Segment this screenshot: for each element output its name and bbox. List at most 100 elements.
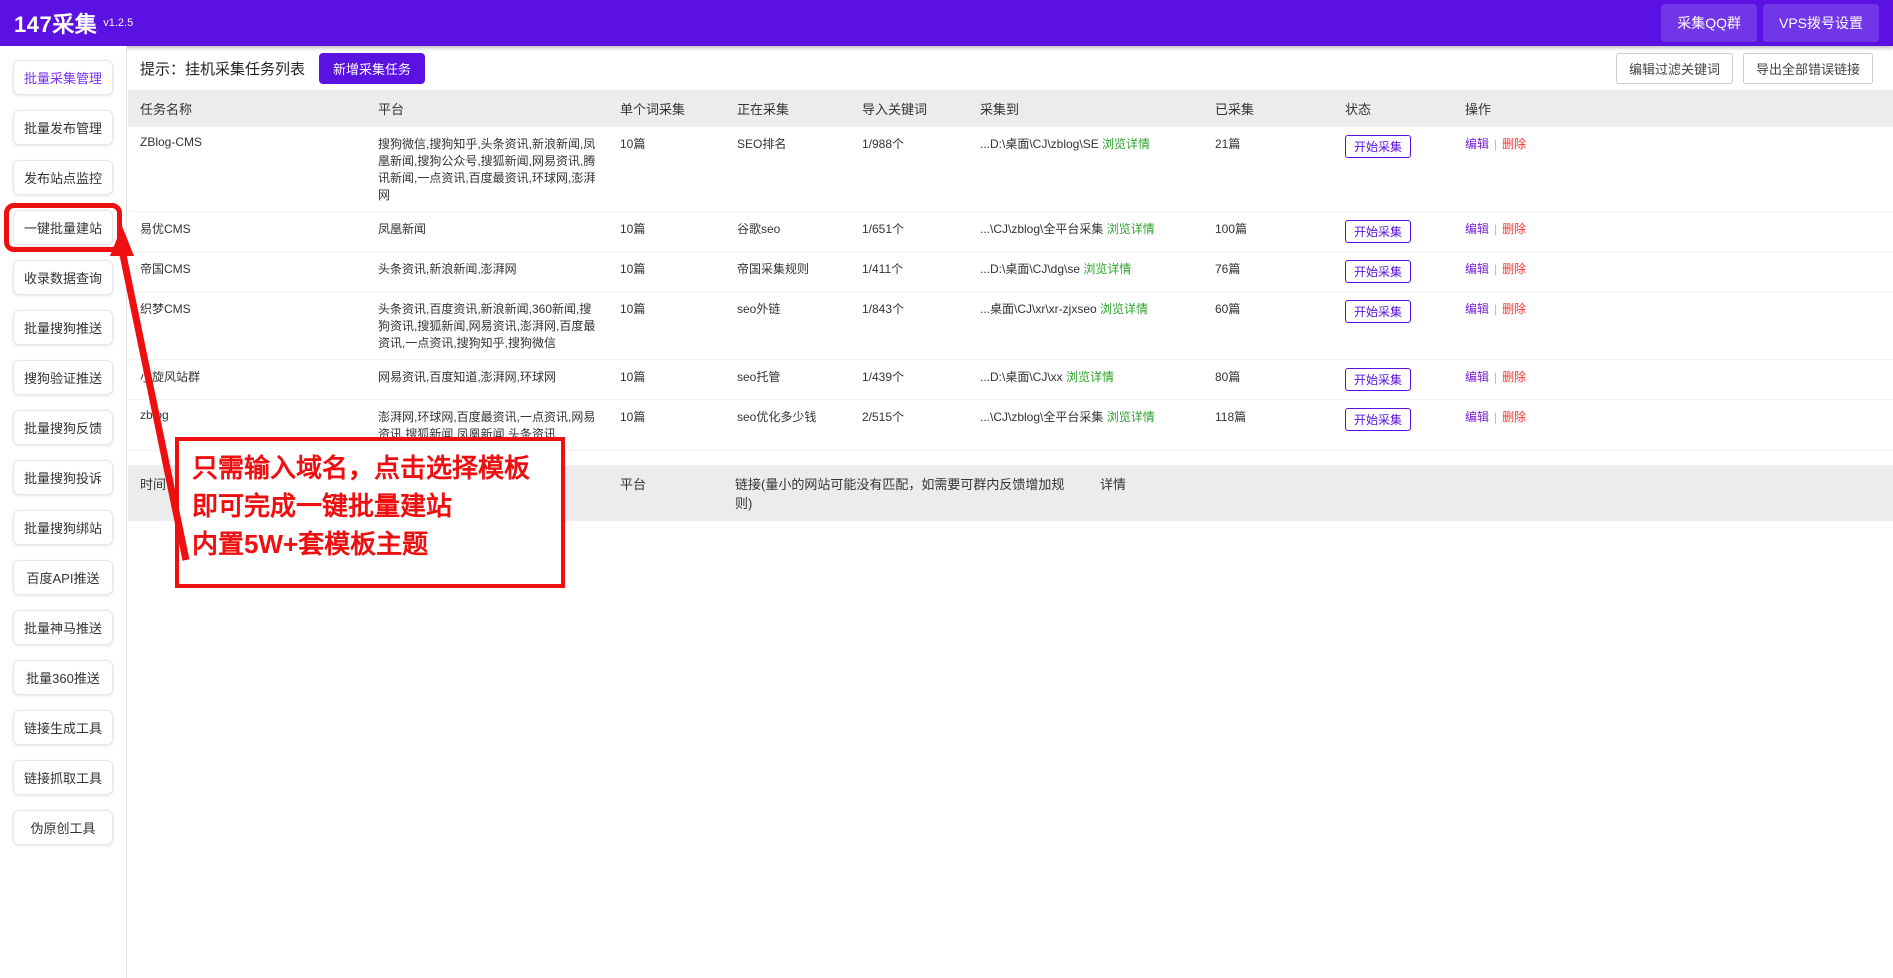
sidebar-item-batch-publish[interactable]: 批量发布管理 [13, 110, 113, 145]
start-collect-button[interactable]: 开始采集 [1345, 300, 1411, 323]
sidebar-item-sogou-push[interactable]: 批量搜狗推送 [13, 310, 113, 345]
edit-link[interactable]: 编辑 [1465, 222, 1489, 236]
collecting-keyword: seo优化多少钱 [725, 400, 850, 451]
qq-group-button[interactable]: 采集QQ群 [1661, 4, 1757, 42]
actions-cell: 编辑|删除 [1453, 292, 1893, 360]
collect-task-table: 任务名称 平台 单个词采集 正在采集 导入关键词 采集到 已采集 状态 操作 Z… [128, 90, 1893, 451]
actions-cell: 编辑 | 删除 [1453, 400, 1893, 451]
table-row: 易优CMS 凤凰新闻 10篇 谷歌seo 1/651个 ...\CJ\zblog… [128, 212, 1893, 252]
status-cell: 开始采集 [1333, 212, 1453, 252]
export-error-links-button[interactable]: 导出全部错误链接 [1743, 53, 1873, 84]
action-separator: | [1494, 370, 1497, 384]
status-cell: 开始采集 [1333, 127, 1453, 212]
col-per-word: 单个词采集 [608, 90, 725, 127]
col-collected: 已采集 [1203, 90, 1333, 127]
start-collect-button[interactable]: 开始采集 [1345, 408, 1411, 431]
per-word-count: 10篇 [608, 127, 725, 212]
save-path: ...D:\桌面\CJ\dg\se [980, 262, 1080, 276]
col-platform: 平台 [366, 90, 608, 127]
annotation-line: 内置5W+套模板主题 [192, 525, 561, 563]
collecting-keyword: seo外链 [725, 292, 850, 360]
sidebar-item-index-data-query[interactable]: 收录数据查询 [13, 260, 113, 295]
task-name: 帝国CMS [128, 252, 366, 292]
top-header-bar: 147采集 v1.2.5 采集QQ群 VPS拨号设置 [0, 0, 1893, 46]
col-link-note: 链接(量小的网站可能没有匹配，如需要可群内反馈增加规则) [723, 465, 1088, 521]
browse-detail-link[interactable]: 浏览详情 [1100, 302, 1148, 316]
actions-cell: 编辑|删除 [1453, 252, 1893, 292]
toolbar: 提示：挂机采集任务列表 新增采集任务 编辑过滤关键词 导出全部错误链接 [128, 46, 1893, 90]
app-window: 147采集 v1.2.5 采集QQ群 VPS拨号设置 批量采集管理 批量发布管理… [0, 0, 1893, 978]
brand-logo: 147采集 [14, 7, 97, 39]
actions-cell: 编辑|删除 [1453, 212, 1893, 252]
task-name: ZBlog-CMS [128, 127, 366, 212]
task-list-tip: 提示：挂机采集任务列表 [140, 58, 305, 79]
imported-keywords: 1/651个 [850, 212, 968, 252]
start-collect-button[interactable]: 开始采集 [1345, 135, 1411, 158]
save-path-cell: ...\CJ\zblog\全平台采集 浏览详情 [968, 400, 1203, 451]
vps-dial-settings-button[interactable]: VPS拨号设置 [1763, 4, 1879, 42]
app-version: v1.2.5 [103, 17, 133, 29]
col-status: 状态 [1333, 90, 1453, 127]
delete-link[interactable]: 删除 [1502, 302, 1526, 316]
sidebar-item-batch-collect[interactable]: 批量采集管理 [13, 60, 113, 95]
col-platform: 平台 [608, 465, 723, 521]
imported-keywords: 2/515个 [850, 400, 968, 451]
collected-count: 118篇 [1203, 400, 1333, 451]
save-path-cell: ...桌面\CJ\xr\xr-zjxseo 浏览详情 [968, 292, 1203, 360]
task-name: 织梦CMS [128, 292, 366, 360]
sidebar-item-link-generate-tool[interactable]: 链接生成工具 [13, 710, 113, 745]
delete-link[interactable]: 删除 [1502, 137, 1526, 151]
delete-link[interactable]: 删除 [1502, 262, 1526, 276]
sidebar-item-sogou-verify-push[interactable]: 搜狗验证推送 [13, 360, 113, 395]
status-cell: 开始采集 [1333, 360, 1453, 400]
table-row: 帝国CMS 头条资讯,新浪新闻,澎湃网 10篇 帝国采集规则 1/411个 ..… [128, 252, 1893, 292]
save-path-cell: ...D:\桌面\CJ\dg\se 浏览详情 [968, 252, 1203, 292]
action-separator: | [1494, 410, 1497, 424]
annotation-callout-box: 只需输入域名，点击选择模板 即可完成一键批量建站 内置5W+套模板主题 [175, 437, 565, 588]
sidebar-item-360-push[interactable]: 批量360推送 [13, 660, 113, 695]
task-table-header-row: 任务名称 平台 单个词采集 正在采集 导入关键词 采集到 已采集 状态 操作 [128, 90, 1893, 127]
edit-link[interactable]: 编辑 [1465, 262, 1489, 276]
start-collect-button[interactable]: 开始采集 [1345, 260, 1411, 283]
delete-link[interactable]: 删除 [1502, 370, 1526, 384]
edit-filter-keywords-button[interactable]: 编辑过滤关键词 [1616, 53, 1733, 84]
browse-detail-link[interactable]: 浏览详情 [1102, 137, 1150, 151]
sidebar-item-site-monitor[interactable]: 发布站点监控 [13, 160, 113, 195]
sidebar-item-sogou-bind-site[interactable]: 批量搜狗绑站 [13, 510, 113, 545]
edit-link[interactable]: 编辑 [1465, 370, 1489, 384]
imported-keywords: 1/843个 [850, 292, 968, 360]
save-path: ...D:\桌面\CJ\xx [980, 370, 1063, 384]
sidebar-item-pseudo-original-tool[interactable]: 伪原创工具 [13, 810, 113, 845]
task-platforms: 头条资讯,新浪新闻,澎湃网 [366, 252, 608, 292]
edit-link[interactable]: 编辑 [1465, 302, 1489, 316]
edit-link[interactable]: 编辑 [1465, 410, 1489, 424]
collected-count: 60篇 [1203, 292, 1333, 360]
status-cell: 开始采集 [1333, 400, 1453, 451]
status-cell: 开始采集 [1333, 292, 1453, 360]
sidebar-item-sogou-feedback[interactable]: 批量搜狗反馈 [13, 410, 113, 445]
delete-link[interactable]: 删除 [1502, 222, 1526, 236]
save-path-cell: ...D:\桌面\CJ\xx 浏览详情 [968, 360, 1203, 400]
save-path: ...桌面\CJ\xr\xr-zjxseo [980, 302, 1097, 316]
edit-link[interactable]: 编辑 [1465, 137, 1489, 151]
table-row: ZBlog-CMS 搜狗微信,搜狗知乎,头条资讯,新浪新闻,凤凰新闻,搜狗公众号… [128, 127, 1893, 212]
add-collect-task-button[interactable]: 新增采集任务 [319, 53, 425, 84]
sidebar-item-shenma-push[interactable]: 批量神马推送 [13, 610, 113, 645]
save-path: ...\CJ\zblog\全平台采集 [980, 222, 1103, 236]
col-task-name: 任务名称 [128, 90, 366, 127]
delete-link[interactable]: 删除 [1502, 410, 1526, 424]
browse-detail-link[interactable]: 浏览详情 [1107, 410, 1155, 424]
start-collect-button[interactable]: 开始采集 [1345, 368, 1411, 391]
sidebar-item-one-key-site-build[interactable]: 一键批量建站 [13, 210, 113, 245]
sidebar-item-sogou-complaint[interactable]: 批量搜狗投诉 [13, 460, 113, 495]
start-collect-button[interactable]: 开始采集 [1345, 220, 1411, 243]
per-word-count: 10篇 [608, 212, 725, 252]
browse-detail-link[interactable]: 浏览详情 [1107, 222, 1155, 236]
collecting-keyword: seo托管 [725, 360, 850, 400]
sidebar-item-baidu-api-push[interactable]: 百度API推送 [13, 560, 113, 595]
task-platforms: 网易资讯,百度知道,澎湃网,环球网 [366, 360, 608, 400]
collecting-keyword: 谷歌seo [725, 212, 850, 252]
browse-detail-link[interactable]: 浏览详情 [1066, 370, 1114, 384]
sidebar-item-link-grab-tool[interactable]: 链接抓取工具 [13, 760, 113, 795]
browse-detail-link[interactable]: 浏览详情 [1083, 262, 1131, 276]
